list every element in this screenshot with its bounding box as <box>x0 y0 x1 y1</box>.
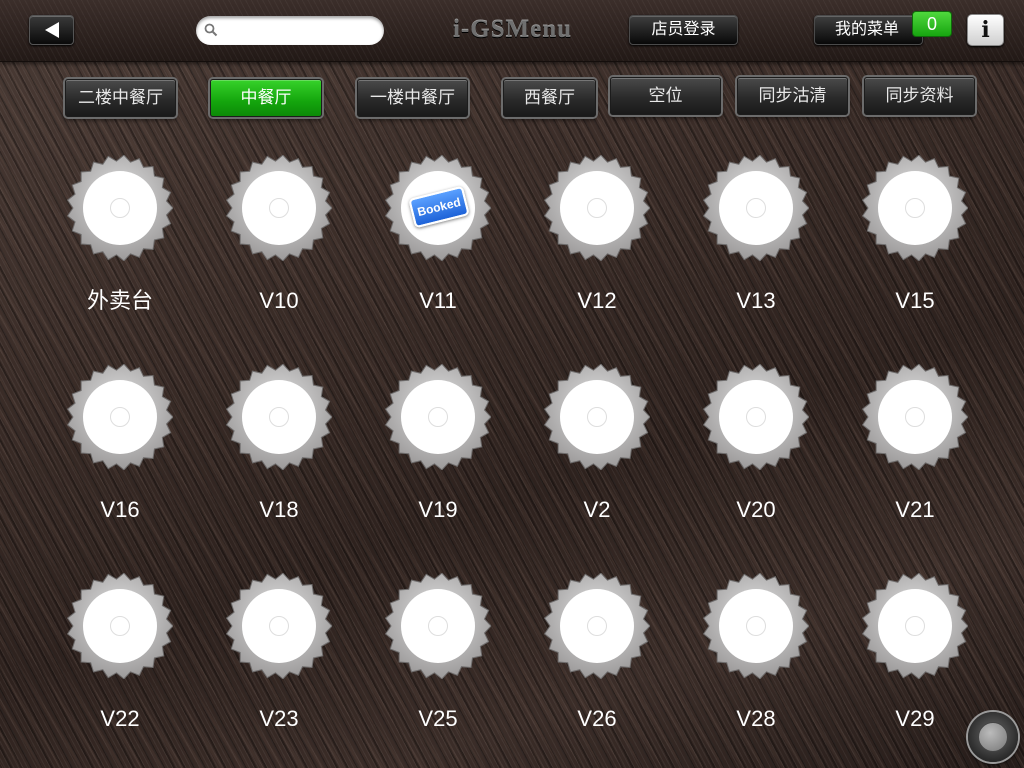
my-menu-button[interactable]: 我的菜单 <box>814 15 923 45</box>
table-label: V23 <box>259 706 299 731</box>
vacant-filter-button[interactable]: 空位 <box>610 77 721 115</box>
table-center-ring <box>905 198 925 218</box>
table-cap-icon <box>544 364 650 470</box>
table-cap-icon <box>67 364 173 470</box>
tab-chinese-restaurant[interactable]: 中餐厅 <box>210 79 322 117</box>
table-cap-icon <box>544 155 650 261</box>
table-center-ring <box>746 407 766 427</box>
table-label: V12 <box>577 288 617 313</box>
table-center-ring <box>587 616 607 636</box>
tab-floor2-chinese[interactable]: 二楼中餐厅 <box>65 79 176 117</box>
table-center-ring <box>746 198 766 218</box>
table-card[interactable]: V28 <box>691 573 821 743</box>
table-card[interactable]: V18 <box>214 364 344 534</box>
table-center-ring <box>905 616 925 636</box>
tab-floor1-chinese[interactable]: 一楼中餐厅 <box>357 79 468 117</box>
table-cap-icon <box>67 155 173 261</box>
sync-soldout-button[interactable]: 同步沽清 <box>737 77 848 115</box>
table-label: V18 <box>259 497 299 522</box>
my-menu-count-badge: 0 <box>912 11 952 37</box>
table-label: V19 <box>418 497 458 522</box>
table-cap-icon <box>703 573 809 679</box>
table-card[interactable]: V2 <box>532 364 662 534</box>
assistive-touch-icon <box>978 722 1008 752</box>
table-cap-icon <box>544 573 650 679</box>
table-center-ring <box>746 616 766 636</box>
table-center-ring <box>587 407 607 427</box>
table-cap-icon <box>226 573 332 679</box>
table-center-ring <box>110 407 130 427</box>
table-card[interactable]: V22 <box>55 573 185 743</box>
table-center-ring <box>110 616 130 636</box>
table-label: V25 <box>418 706 458 731</box>
table-cap-icon <box>67 573 173 679</box>
table-label: V20 <box>736 497 776 522</box>
my-menu-label: 我的菜单 <box>835 21 900 38</box>
info-button[interactable]: i <box>967 14 1004 46</box>
table-card[interactable]: V13 <box>691 155 821 325</box>
table-label: V10 <box>259 288 299 313</box>
table-cap-icon <box>862 155 968 261</box>
back-button[interactable] <box>29 15 74 45</box>
search-field[interactable] <box>196 16 384 45</box>
assistive-touch-button[interactable] <box>968 712 1018 762</box>
table-center-ring <box>905 407 925 427</box>
table-label: V22 <box>100 706 140 731</box>
table-label: V28 <box>736 706 776 731</box>
table-card[interactable]: V23 <box>214 573 344 743</box>
table-card[interactable]: V25 <box>373 573 503 743</box>
table-cap-icon: Booked <box>385 155 491 261</box>
sync-data-button[interactable]: 同步资料 <box>864 77 975 115</box>
back-arrow-icon <box>44 22 59 38</box>
table-cap-icon <box>703 364 809 470</box>
table-label: 外卖台 <box>86 288 153 313</box>
table-label: V29 <box>895 706 935 731</box>
search-input[interactable] <box>224 20 374 41</box>
table-center-ring <box>110 198 130 218</box>
table-card[interactable]: V26 <box>532 573 662 743</box>
tab-western-restaurant[interactable]: 西餐厅 <box>503 79 596 117</box>
info-icon: i <box>981 17 990 43</box>
table-cap-icon <box>862 573 968 679</box>
table-center-ring <box>269 407 289 427</box>
table-cap-icon <box>862 364 968 470</box>
search-icon <box>204 23 218 37</box>
table-label: V11 <box>419 288 457 313</box>
table-cap-icon <box>703 155 809 261</box>
table-label: V26 <box>577 706 617 731</box>
table-label: V16 <box>100 497 140 522</box>
table-center-ring <box>269 616 289 636</box>
top-bar: i-GSMenu 店员登录 我的菜单 0 i <box>0 0 1024 62</box>
table-cap-icon <box>385 573 491 679</box>
table-center-ring <box>428 407 448 427</box>
table-label: V21 <box>895 497 935 522</box>
table-center-ring <box>269 198 289 218</box>
table-center-ring <box>428 616 448 636</box>
table-center-ring <box>587 198 607 218</box>
table-label: V15 <box>895 288 935 313</box>
table-card[interactable]: V29 <box>850 573 980 743</box>
table-label: V2 <box>583 497 611 522</box>
table-cap-icon <box>226 364 332 470</box>
table-card[interactable]: V15 <box>850 155 980 325</box>
table-card[interactable]: V20 <box>691 364 821 534</box>
table-label: V13 <box>736 288 776 313</box>
table-card[interactable]: V16 <box>55 364 185 534</box>
table-card[interactable]: V10 <box>214 155 344 325</box>
staff-login-button[interactable]: 店员登录 <box>629 15 738 45</box>
table-card[interactable]: V21 <box>850 364 980 534</box>
table-cap-icon <box>385 364 491 470</box>
table-card[interactable]: V12 <box>532 155 662 325</box>
table-card[interactable]: Booked V11 <box>373 155 503 325</box>
app-title: i-GSMenu <box>452 16 573 43</box>
table-card[interactable]: V19 <box>373 364 503 534</box>
table-card[interactable]: 外卖台 <box>55 155 185 325</box>
table-cap-icon <box>226 155 332 261</box>
